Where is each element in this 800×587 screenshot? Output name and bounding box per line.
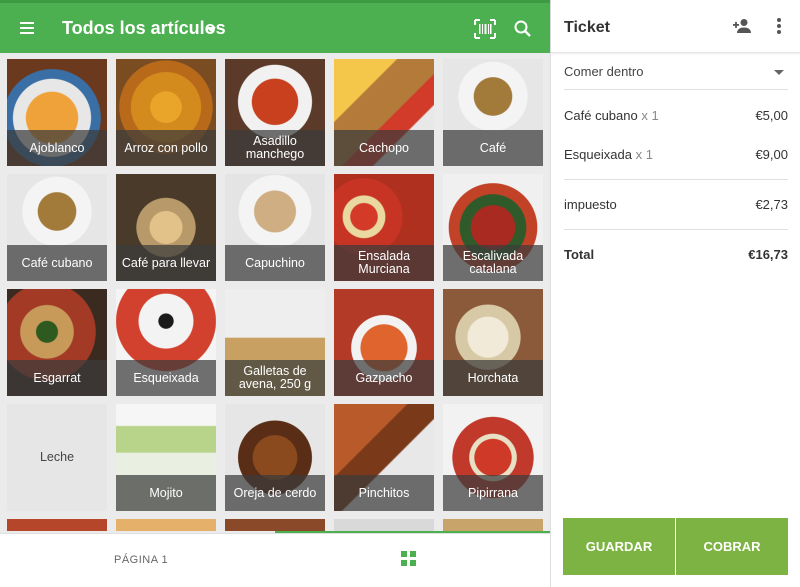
item-tile-partial[interactable] xyxy=(334,519,434,531)
item-label: Leche xyxy=(39,450,75,464)
item-grid: Ajoblanco Arroz con pollo Asadillo mancheg… xyxy=(7,59,547,531)
save-button[interactable]: GUARDAR xyxy=(563,518,675,575)
line-price: €5,00 xyxy=(755,108,788,123)
item-tile[interactable]: Asadillo manchego xyxy=(225,59,325,166)
search-icon[interactable] xyxy=(513,19,533,39)
line-qty: x 1 xyxy=(635,147,653,162)
item-label: Galletas de avena, 250 g xyxy=(225,360,325,396)
charge-button[interactable]: COBRAR xyxy=(676,518,788,575)
item-label: Esgarrat xyxy=(7,360,107,396)
item-tile[interactable]: Café para llevar xyxy=(116,174,216,281)
item-label: Pipirrana xyxy=(443,475,543,511)
item-label: Mojito xyxy=(116,475,216,511)
item-label: Cachopo xyxy=(334,130,434,166)
item-tile-partial[interactable] xyxy=(116,519,216,531)
item-tile[interactable]: Oreja de cerdo xyxy=(225,404,325,511)
item-label: Gazpacho xyxy=(334,360,434,396)
item-label: Café para llevar xyxy=(116,245,216,281)
chevron-down-icon[interactable] xyxy=(774,70,784,75)
total-label: Total xyxy=(564,247,595,262)
dining-option-select[interactable]: Comer dentro xyxy=(564,64,643,79)
tax-value: €2,73 xyxy=(755,197,788,212)
item-label: Pinchitos xyxy=(334,475,434,511)
page-label[interactable]: PÁGINA 1 xyxy=(114,554,168,566)
ticket-panel: Ticket Comer dentro Café cubano x 1 €5,0… xyxy=(550,0,800,587)
more-vert-icon[interactable] xyxy=(777,18,781,34)
item-tile[interactable]: Galletas de avena, 250 g xyxy=(225,289,325,396)
line-name: Café cubano xyxy=(564,108,638,123)
item-label: Oreja de cerdo xyxy=(225,475,325,511)
total-value: €16,73 xyxy=(748,247,788,262)
ticket-line[interactable]: Esqueixada x 1 €9,00 xyxy=(564,147,788,162)
item-label: Escalivada catalana xyxy=(443,245,543,281)
item-tile[interactable]: Pinchitos xyxy=(334,404,434,511)
bottom-bar: PÁGINA 1 xyxy=(0,533,550,587)
item-panel: Todos los artículos Ajoblanco Arroz con p… xyxy=(0,0,550,587)
item-tile[interactable]: Arroz con pollo xyxy=(116,59,216,166)
line-name: Esqueixada xyxy=(564,147,632,162)
item-label: Esqueixada xyxy=(116,360,216,396)
menu-icon[interactable] xyxy=(18,17,40,39)
item-tile[interactable]: Leche xyxy=(7,404,107,511)
item-tile[interactable]: Capuchino xyxy=(225,174,325,281)
item-tile[interactable]: Pipirrana xyxy=(443,404,543,511)
item-label: Café cubano xyxy=(7,245,107,281)
item-tile[interactable]: Café xyxy=(443,59,543,166)
divider xyxy=(564,229,788,230)
item-tile[interactable]: Esgarrat xyxy=(7,289,107,396)
ticket-header: Ticket xyxy=(551,0,800,53)
divider xyxy=(564,179,788,180)
item-tile-partial[interactable] xyxy=(225,519,325,531)
add-customer-icon[interactable] xyxy=(732,18,752,34)
line-qty: x 1 xyxy=(641,108,659,123)
item-tile-partial[interactable] xyxy=(7,519,107,531)
ticket-title: Ticket xyxy=(564,19,610,36)
tax-label: impuesto xyxy=(564,197,617,212)
item-tile[interactable]: Escalivada catalana xyxy=(443,174,543,281)
item-label: Ajoblanco xyxy=(7,130,107,166)
item-tile[interactable]: Ensalada Murciana xyxy=(334,174,434,281)
item-tile[interactable]: Ajoblanco xyxy=(7,59,107,166)
top-app-bar: Todos los artículos xyxy=(0,0,550,53)
item-tile[interactable]: Mojito xyxy=(116,404,216,511)
ticket-line[interactable]: Café cubano x 1 €5,00 xyxy=(564,108,788,123)
item-label: Horchata xyxy=(443,360,543,396)
item-label: Asadillo manchego xyxy=(225,130,325,166)
item-label: Capuchino xyxy=(225,245,325,281)
chevron-down-icon[interactable] xyxy=(206,27,216,32)
item-tile-partial[interactable] xyxy=(443,519,543,531)
item-tile[interactable]: Esqueixada xyxy=(116,289,216,396)
grid-view-icon[interactable] xyxy=(401,551,417,567)
item-label: Arroz con pollo xyxy=(116,130,216,166)
item-tile[interactable]: Café cubano xyxy=(7,174,107,281)
line-price: €9,00 xyxy=(755,147,788,162)
item-label: Ensalada Murciana xyxy=(334,245,434,281)
category-title[interactable]: Todos los artículos xyxy=(62,18,226,39)
total-line: Total €16,73 xyxy=(564,247,788,262)
item-tile[interactable]: Horchata xyxy=(443,289,543,396)
divider xyxy=(564,89,788,90)
item-label: Café xyxy=(443,130,543,166)
tax-line: impuesto €2,73 xyxy=(564,197,788,212)
item-tile[interactable]: Gazpacho xyxy=(334,289,434,396)
item-tile[interactable]: Cachopo xyxy=(334,59,434,166)
barcode-scan-icon[interactable] xyxy=(474,19,496,39)
